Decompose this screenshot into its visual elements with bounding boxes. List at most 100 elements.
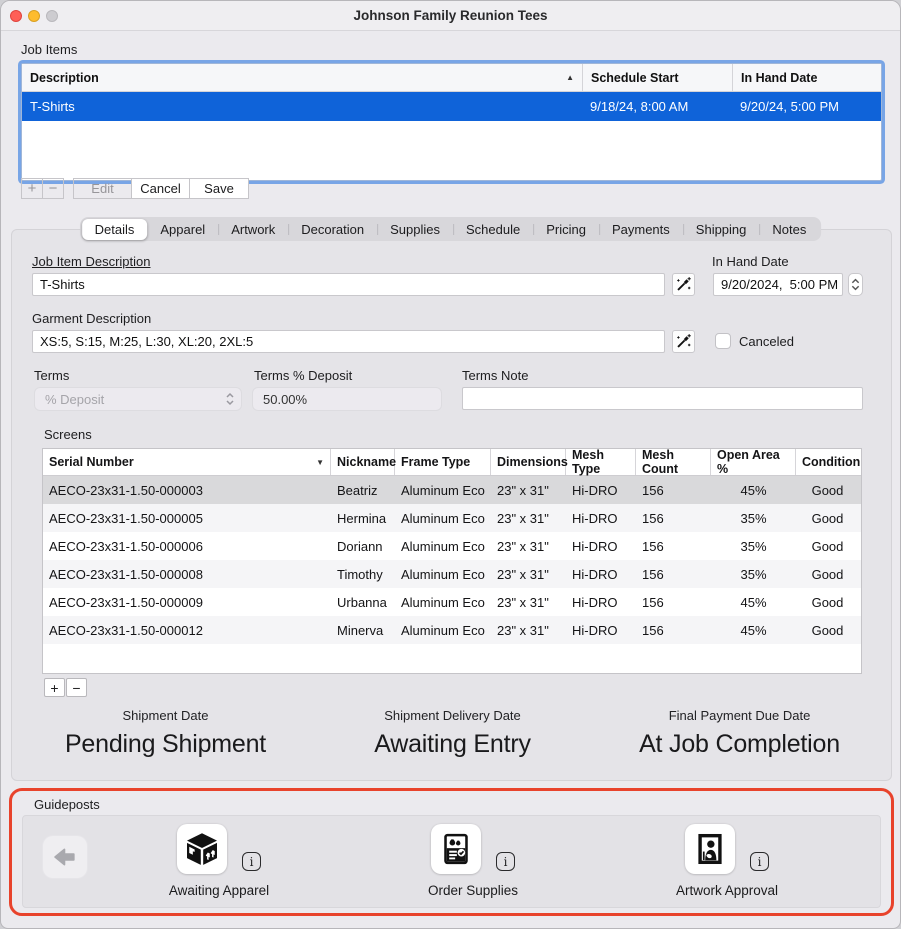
job-item-schedule-cell: 9/18/24, 8:00 AM	[582, 92, 732, 121]
select-chevrons-icon	[225, 392, 235, 406]
column-header-description[interactable]: Description ▲	[22, 64, 582, 91]
info-button[interactable]: i	[242, 852, 261, 871]
back-button[interactable]	[43, 836, 87, 878]
column-header-mesh-type[interactable]: Mesh Type	[566, 449, 636, 475]
column-header-frame-type[interactable]: Frame Type	[395, 449, 491, 475]
magic-wand-icon	[675, 333, 692, 350]
terms-note-label: Terms Note	[462, 368, 528, 383]
remove-screen-button[interactable]: −	[66, 678, 87, 697]
screen-row[interactable]: AECO-23x31-1.50-000009 Urbanna Aluminum …	[43, 588, 861, 616]
screens-label: Screens	[44, 427, 92, 442]
app-window: Johnson Family Reunion Tees Job Items De…	[0, 0, 901, 929]
job-item-inhand-cell: 9/20/24, 5:00 PM	[732, 92, 881, 121]
tab-supplies[interactable]: Supplies	[377, 219, 453, 240]
guideposts-section: Guideposts	[9, 788, 894, 916]
guidepost-order-supplies[interactable]: i Order Supplies	[373, 824, 573, 898]
guidepost-tile[interactable]	[431, 824, 481, 874]
column-header-in-hand-date[interactable]: In Hand Date	[732, 64, 881, 91]
screens-toolbar: + −	[44, 678, 87, 697]
title-bar: Johnson Family Reunion Tees	[1, 1, 900, 31]
remove-job-item-button[interactable]: −	[42, 178, 64, 199]
back-arrow-icon	[51, 843, 79, 871]
sort-asc-icon: ▲	[566, 73, 574, 82]
tab-apparel[interactable]: Apparel	[147, 219, 218, 240]
add-job-item-button[interactable]: +	[21, 178, 43, 199]
terms-select[interactable]: % Deposit	[34, 387, 242, 411]
supplies-icon	[439, 832, 473, 866]
terms-note-input[interactable]	[462, 387, 863, 410]
column-header-serial-number[interactable]: Serial Number ▼	[43, 449, 331, 475]
chevron-up-icon	[851, 278, 860, 284]
job-items-table[interactable]: Description ▲ Schedule Start In Hand Dat…	[21, 63, 882, 181]
canceled-checkbox[interactable]	[715, 333, 731, 349]
column-header-dimensions[interactable]: Dimensions	[491, 449, 566, 475]
terms-deposit-field[interactable]: 50.00%	[252, 387, 442, 411]
info-icon: i	[758, 855, 762, 869]
details-panel: Job Item Description In Hand Date 9/20/2…	[11, 229, 892, 781]
shipment-date-label: Shipment Date	[22, 708, 309, 723]
tab-decoration[interactable]: Decoration	[288, 219, 377, 240]
guidepost-artwork-approval[interactable]: i Artwork Approval	[627, 824, 827, 898]
tab-notes[interactable]: Notes	[759, 219, 819, 240]
cancel-button[interactable]: Cancel	[131, 178, 190, 199]
tab-details[interactable]: Details	[82, 219, 148, 240]
tab-bar: Details Apparel Artwork Decoration Suppl…	[80, 217, 822, 241]
final-payment-due-date-label: Final Payment Due Date	[596, 708, 883, 723]
screen-row[interactable]: AECO-23x31-1.50-000008 Timothy Aluminum …	[43, 560, 861, 588]
terms-label: Terms	[34, 368, 69, 383]
date-stepper[interactable]	[848, 273, 863, 296]
edit-button[interactable]: Edit	[73, 178, 132, 199]
tab-payments[interactable]: Payments	[599, 219, 683, 240]
guideposts-panel: i Awaiting Apparel	[22, 815, 881, 908]
window-title: Johnson Family Reunion Tees	[1, 8, 900, 23]
guidepost-label: Artwork Approval	[676, 883, 778, 898]
screen-row[interactable]: AECO-23x31-1.50-000005 Hermina Aluminum …	[43, 504, 861, 532]
tab-artwork[interactable]: Artwork	[218, 219, 288, 240]
shipment-delivery-date-value: Awaiting Entry	[309, 730, 596, 759]
job-item-description-cell: T-Shirts	[22, 92, 582, 121]
artwork-icon	[693, 832, 727, 866]
tab-schedule[interactable]: Schedule	[453, 219, 533, 240]
column-header-mesh-count[interactable]: Mesh Count	[636, 449, 711, 475]
shipment-delivery-date-label: Shipment Delivery Date	[309, 708, 596, 723]
shipment-date-value: Pending Shipment	[22, 730, 309, 759]
info-icon: i	[504, 855, 508, 869]
column-header-nickname[interactable]: Nickname	[331, 449, 395, 475]
in-hand-date-input[interactable]: 9/20/2024, 5:00 PM	[713, 273, 843, 296]
job-item-row[interactable]: T-Shirts 9/18/24, 8:00 AM 9/20/24, 5:00 …	[22, 92, 881, 121]
job-items-toolbar: + − Edit Cancel Save	[21, 178, 249, 199]
job-item-description-label: Job Item Description	[32, 254, 151, 269]
sort-desc-icon: ▼	[316, 458, 324, 467]
screens-table[interactable]: Serial Number ▼ Nickname Frame Type Dime…	[42, 448, 862, 674]
magic-wand-icon	[675, 276, 692, 293]
autofill-wand-button[interactable]	[672, 273, 695, 296]
save-button[interactable]: Save	[189, 178, 249, 199]
tab-pricing[interactable]: Pricing	[533, 219, 599, 240]
info-button[interactable]: i	[750, 852, 769, 871]
guidepost-awaiting-apparel[interactable]: i Awaiting Apparel	[119, 824, 319, 898]
garment-description-input[interactable]	[32, 330, 665, 353]
terms-deposit-label: Terms % Deposit	[254, 368, 352, 383]
guidepost-label: Awaiting Apparel	[169, 883, 269, 898]
garment-description-label: Garment Description	[32, 311, 151, 326]
screen-row[interactable]: AECO-23x31-1.50-000006 Doriann Aluminum …	[43, 532, 861, 560]
screen-row[interactable]: AECO-23x31-1.50-000003 Beatriz Aluminum …	[43, 476, 861, 504]
job-item-description-input[interactable]	[32, 273, 665, 296]
in-hand-date-label: In Hand Date	[712, 254, 789, 269]
job-items-label: Job Items	[21, 42, 77, 57]
column-header-open-area[interactable]: Open Area %	[711, 449, 796, 475]
screens-header: Serial Number ▼ Nickname Frame Type Dime…	[43, 449, 861, 476]
guidepost-tile[interactable]	[685, 824, 735, 874]
guidepost-tile[interactable]	[177, 824, 227, 874]
autofill-wand-button-2[interactable]	[672, 330, 695, 353]
screen-row[interactable]: AECO-23x31-1.50-000012 Minerva Aluminum …	[43, 616, 861, 644]
shipment-summary: Shipment Date Pending Shipment Shipment …	[22, 708, 883, 759]
info-button[interactable]: i	[496, 852, 515, 871]
final-payment-due-date-value: At Job Completion	[596, 730, 883, 759]
add-screen-button[interactable]: +	[44, 678, 65, 697]
column-header-condition[interactable]: Condition	[796, 449, 859, 475]
tab-shipping[interactable]: Shipping	[683, 219, 760, 240]
info-icon: i	[250, 855, 254, 869]
guidepost-label: Order Supplies	[428, 883, 518, 898]
column-header-schedule-start[interactable]: Schedule Start	[582, 64, 732, 91]
